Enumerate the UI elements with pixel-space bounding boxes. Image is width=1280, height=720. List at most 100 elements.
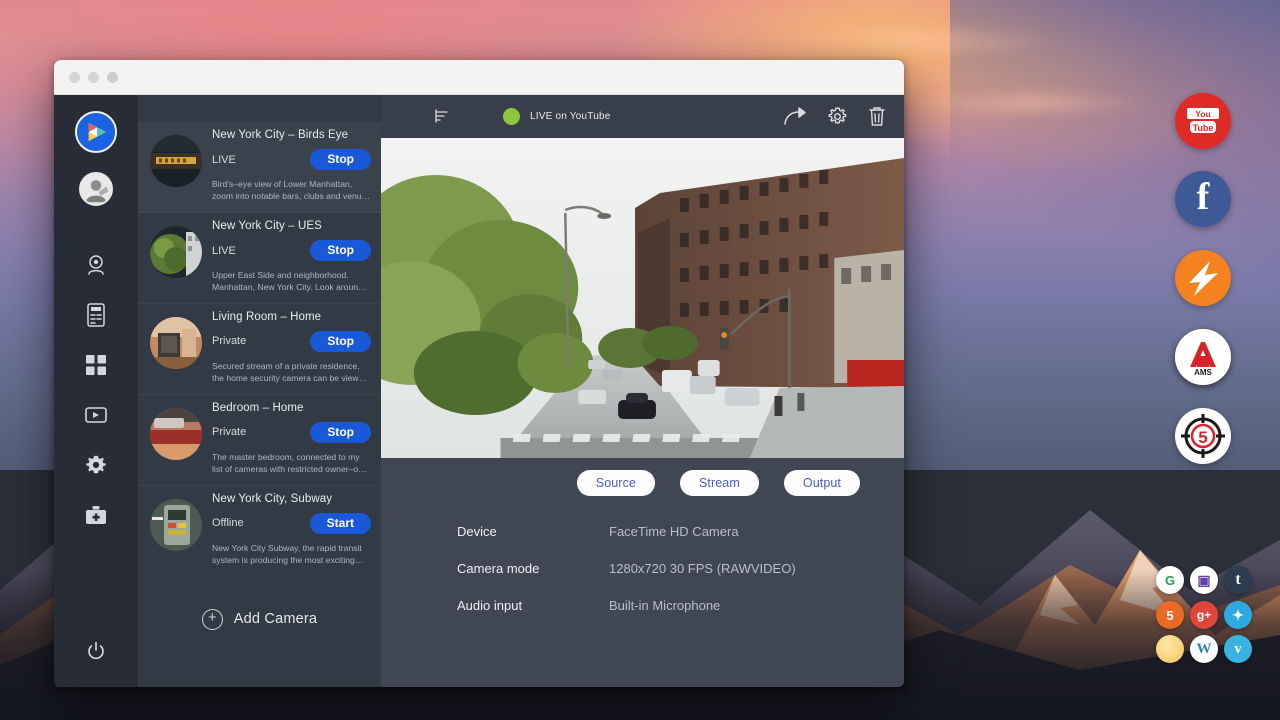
camera-action-button[interactable]: Start <box>310 513 371 534</box>
share-glyph <box>784 107 807 127</box>
first-aid-icon <box>84 505 108 526</box>
camera-thumbnail <box>150 499 202 551</box>
thumbnail-living-room <box>150 317 202 369</box>
gear-icon <box>85 454 107 476</box>
sidebar-item-broadcast[interactable] <box>54 390 138 440</box>
grid-icon <box>85 354 107 376</box>
camera-title: Living Room – Home <box>212 311 371 323</box>
camera-state: Private <box>212 335 246 347</box>
dock-icon-channel-five[interactable]: 5 <box>1175 408 1231 464</box>
power-icon <box>86 641 106 661</box>
sort-icon[interactable] <box>434 109 450 125</box>
camera-action-button[interactable]: Stop <box>310 331 371 352</box>
dock-mini-500px[interactable]: 5 <box>1156 601 1184 629</box>
tab-stream[interactable]: Stream <box>680 470 759 496</box>
youtube-icon: You Tube <box>1185 108 1221 134</box>
dock-mini-flickr[interactable] <box>1156 635 1184 663</box>
twitch-icon: ▣ <box>1197 572 1210 589</box>
lightning-icon <box>1180 255 1226 301</box>
cloud-streak <box>900 95 1160 111</box>
camera-list-item[interactable]: New York City – Birds Eye LIVE Stop Bird… <box>138 122 381 213</box>
minimize-button[interactable] <box>88 72 99 83</box>
sidebar-item-dashboard[interactable] <box>54 340 138 390</box>
target-five-icon: 5 <box>1177 410 1229 462</box>
close-button[interactable] <box>69 72 80 83</box>
camera-state: LIVE <box>212 245 236 257</box>
trash-glyph <box>868 106 886 127</box>
google-plus-icon: g+ <box>1197 608 1211 622</box>
dock-icon-facebook[interactable]: f <box>1175 171 1231 227</box>
camera-list-item[interactable]: New York City, Subway Offline Start New … <box>138 486 381 576</box>
dock-mini-groups[interactable]: G <box>1156 566 1184 594</box>
tumblr-icon: t <box>1235 571 1240 589</box>
thumbnail-bedroom <box>150 408 202 460</box>
sidebar-item-billing[interactable] <box>54 290 138 340</box>
dock-mini-twitter[interactable]: ✦ <box>1224 601 1252 629</box>
main-panel: LIVE on YouTube <box>381 95 904 687</box>
camera-list-item[interactable]: Bedroom – Home Private Stop The master b… <box>138 395 381 486</box>
dock-icon-youtube[interactable]: You Tube <box>1175 93 1231 149</box>
svg-text:AMS: AMS <box>1194 368 1212 377</box>
tab-source[interactable]: Source <box>577 470 655 496</box>
maximize-button[interactable] <box>107 72 118 83</box>
camera-state: Private <box>212 426 246 438</box>
camera-list-panel[interactable]: New York City – Birds Eye LIVE Stop Bird… <box>138 95 381 687</box>
camera-title: Bedroom – Home <box>212 402 371 414</box>
camera-thumbnail <box>150 317 202 369</box>
sort-glyph <box>434 109 450 125</box>
stream-toolbar: LIVE on YouTube <box>381 95 904 138</box>
thumbnail-subway <box>150 499 202 551</box>
video-frame <box>381 138 904 458</box>
dock-icon-wowza-main[interactable] <box>1175 250 1231 306</box>
gear-glyph <box>827 106 848 127</box>
camera-description: Bird's–eye view of Lower Manhattan, zoom… <box>212 179 371 203</box>
dock-mini-tumblr[interactable]: t <box>1224 566 1252 594</box>
sidebar-rail <box>54 95 138 687</box>
app-window: New York City – Birds Eye LIVE Stop Bird… <box>54 60 904 687</box>
groups-icon: G <box>1165 573 1175 588</box>
camera-description: Upper East Side and neighborhood. Manhat… <box>212 270 371 294</box>
gear-icon[interactable] <box>827 106 848 127</box>
dock-icon-adobe-ams[interactable]: AMS <box>1175 329 1231 385</box>
trash-icon[interactable] <box>868 106 886 127</box>
sidebar-item-user-avatar[interactable] <box>79 172 113 206</box>
live-status: LIVE on YouTube <box>503 108 784 125</box>
sidebar-item-app-logo[interactable] <box>75 111 117 153</box>
add-camera-button[interactable]: + Add Camera <box>138 576 381 630</box>
sidebar-item-settings[interactable] <box>54 440 138 490</box>
sidebar-item-power[interactable] <box>54 641 138 661</box>
sidebar-item-cameras[interactable] <box>54 240 138 290</box>
live-status-dot <box>503 108 520 125</box>
share-icon[interactable] <box>784 107 807 127</box>
adobe-ams-icon: AMS <box>1183 337 1223 377</box>
spec-row: Audio input Built-in Microphone <box>457 598 904 613</box>
source-spec-list: Device FaceTime HD Camera Camera mode 12… <box>381 496 904 635</box>
camera-state: LIVE <box>212 154 236 166</box>
invoice-icon <box>86 303 106 327</box>
camera-list-item[interactable]: Living Room – Home Private Stop Secured … <box>138 304 381 395</box>
facebook-icon: f <box>1197 178 1210 216</box>
dock-mini-google-plus[interactable]: g+ <box>1190 601 1218 629</box>
sidebar-item-support[interactable] <box>54 490 138 540</box>
spec-key: Camera mode <box>457 561 609 576</box>
camera-list-item[interactable]: New York City – UES LIVE Stop Upper East… <box>138 213 381 304</box>
camera-description: Secured stream of a private residence, t… <box>212 361 371 385</box>
camera-title: New York City – Birds Eye <box>212 129 371 141</box>
cloud-streak <box>760 30 1060 52</box>
tab-output[interactable]: Output <box>784 470 860 496</box>
camera-action-button[interactable]: Stop <box>310 149 371 170</box>
dock-mini-wordpress[interactable]: W <box>1190 635 1218 663</box>
settings-tabs: Source Stream Output <box>381 458 904 496</box>
spec-value: Built-in Microphone <box>609 598 720 613</box>
spec-value: 1280x720 30 FPS (RAWVIDEO) <box>609 561 796 576</box>
live-status-label: LIVE on YouTube <box>530 111 610 122</box>
camera-action-button[interactable]: Stop <box>310 422 371 443</box>
window-titlebar <box>54 60 904 95</box>
video-preview[interactable] <box>381 138 904 458</box>
camera-action-button[interactable]: Stop <box>310 240 371 261</box>
camera-thumbnail <box>150 226 202 278</box>
dock-mini-twitch[interactable]: ▣ <box>1190 566 1218 594</box>
dock-mini-vimeo[interactable]: v <box>1224 635 1252 663</box>
spec-key: Audio input <box>457 598 609 613</box>
avatar-icon <box>81 172 111 206</box>
